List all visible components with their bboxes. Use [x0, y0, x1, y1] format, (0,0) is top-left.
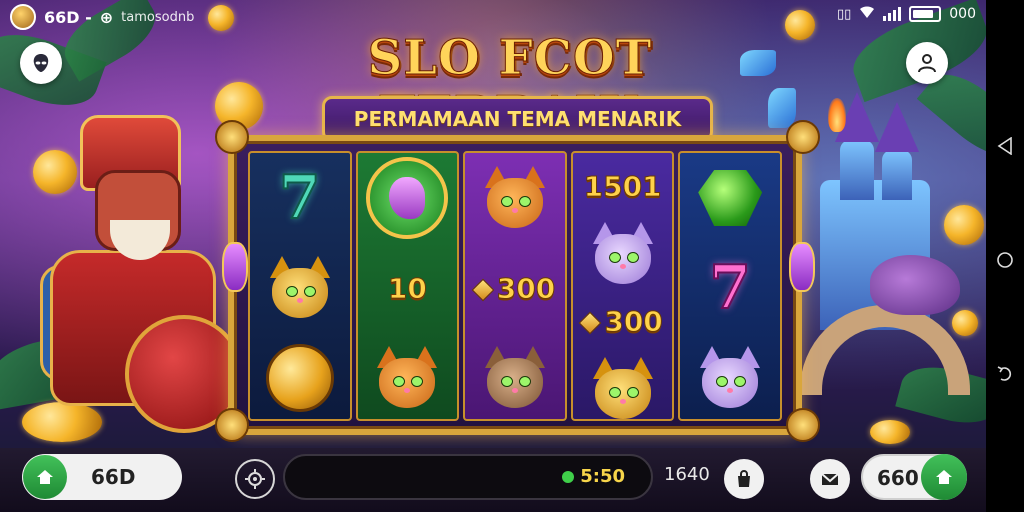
- balance-value: 660: [877, 466, 919, 490]
- reel-cell: [573, 356, 673, 419]
- green-coin-symbol: [366, 157, 449, 239]
- number-symbol-text: 300: [604, 305, 663, 339]
- reel-cell: 300: [573, 288, 673, 356]
- number-symbol: 300: [579, 305, 663, 339]
- home-label: 66D: [91, 465, 136, 489]
- reel-cell: [465, 153, 565, 243]
- green-gem-symbol: [698, 170, 763, 226]
- spin-value: 5:50: [580, 466, 625, 487]
- status-glyph: ⊕: [99, 7, 114, 27]
- reel-column: 7: [248, 151, 352, 421]
- number-symbol: 1501: [583, 170, 662, 204]
- bag-button[interactable]: [724, 459, 764, 499]
- user-icon: [918, 54, 936, 73]
- purple-panther: [870, 255, 960, 315]
- reel-column: 7: [678, 151, 782, 421]
- signal-icon: [883, 7, 902, 21]
- alien-head-button[interactable]: [20, 42, 62, 84]
- gem-mini-icon: [579, 311, 602, 335]
- back-triangle-icon: [997, 137, 1012, 155]
- reel-column: 300: [463, 151, 567, 421]
- reel-cell: [250, 333, 350, 419]
- wallet-home-icon: [921, 454, 967, 500]
- android-nav-bar: [986, 0, 1024, 512]
- mail-icon: [821, 473, 839, 485]
- reel-column: 10: [355, 151, 460, 421]
- reel-cell: [573, 221, 673, 289]
- number-symbol: 10: [387, 271, 427, 305]
- reel-cell: [358, 333, 458, 419]
- frame-ornament: [786, 408, 820, 442]
- gold-coin: [952, 310, 978, 336]
- back-button[interactable]: [995, 136, 1015, 156]
- number-symbol: 300: [471, 271, 556, 305]
- bag-icon: [738, 470, 750, 487]
- cat-symbol: [371, 346, 443, 410]
- blue-gem: [768, 88, 796, 128]
- home-circle-icon: [997, 252, 1013, 268]
- win-amount: 1640: [664, 464, 710, 485]
- reel-cell: [465, 333, 565, 419]
- cat-symbol: [264, 256, 336, 320]
- mail-button[interactable]: [810, 459, 850, 499]
- home-icon: [23, 455, 67, 499]
- cat-symbol: [479, 166, 551, 230]
- seven-symbol: 7: [708, 253, 752, 323]
- side-gem-left: [222, 242, 248, 292]
- cat-symbol: [479, 346, 551, 410]
- recents-button[interactable]: [995, 364, 1015, 384]
- reel-cell: 10: [358, 243, 458, 333]
- gold-coin: [944, 205, 984, 245]
- status-right-text: 000: [949, 6, 976, 22]
- reel-cell: [680, 333, 780, 419]
- warrior-character: [40, 115, 243, 445]
- reel-column: 1501 300: [570, 151, 675, 421]
- gold-coin: [870, 420, 910, 444]
- home-nav-button[interactable]: [995, 250, 1015, 270]
- reel-cell: 1501: [573, 153, 673, 221]
- reel-cell: 7: [250, 153, 350, 243]
- reel-cell: [680, 153, 780, 243]
- rotate-icon: [997, 366, 1012, 381]
- frame-ornament: [215, 120, 249, 154]
- gem-mini-icon: [471, 278, 495, 301]
- torch-flame: [828, 98, 846, 132]
- side-gem-right: [789, 242, 815, 292]
- alien-head-icon: [33, 54, 49, 72]
- frame-ornament: [215, 408, 249, 442]
- frame-ornament: [786, 120, 820, 154]
- number-symbol-text: 300: [496, 271, 556, 305]
- profile-avatar: [10, 4, 36, 30]
- status-app-text: tamosodnb: [121, 9, 195, 25]
- spin-bet-field[interactable]: 5:50: [283, 454, 653, 500]
- status-dot-icon: [562, 470, 575, 483]
- wifi-icon: [859, 5, 875, 23]
- slot-reels: 7 10 300 1501 300 7: [248, 151, 782, 421]
- battery-icon: [909, 6, 942, 22]
- cat-symbol: [694, 346, 766, 410]
- subtitle-text: PERMAMAAN TEMA MENARIK: [353, 107, 682, 131]
- reel-cell: [250, 243, 350, 333]
- vibrate-icon: ▯▯: [836, 6, 852, 22]
- gold-coin-symbol: [265, 344, 334, 412]
- slot-reel-frame: 7 10 300 1501 300 7: [228, 135, 802, 435]
- reel-cell: 7: [680, 243, 780, 333]
- cat-symbol: [587, 222, 659, 286]
- cat-symbol: [587, 357, 659, 419]
- balance-display[interactable]: 660: [861, 454, 967, 500]
- status-left-label: 66D -: [44, 7, 92, 27]
- seven-symbol: 7: [278, 163, 322, 233]
- profile-button[interactable]: [906, 42, 948, 84]
- settings-button[interactable]: [235, 459, 275, 499]
- gear-icon: [245, 469, 265, 489]
- home-button[interactable]: 66D: [22, 454, 182, 500]
- reel-cell: [358, 153, 458, 243]
- status-bar: 66D - ⊕ tamosodnb ▯▯ 000: [0, 0, 986, 32]
- reel-cell: 300: [465, 243, 565, 333]
- bottom-bar: 66D 5:50 1640 660: [0, 448, 986, 512]
